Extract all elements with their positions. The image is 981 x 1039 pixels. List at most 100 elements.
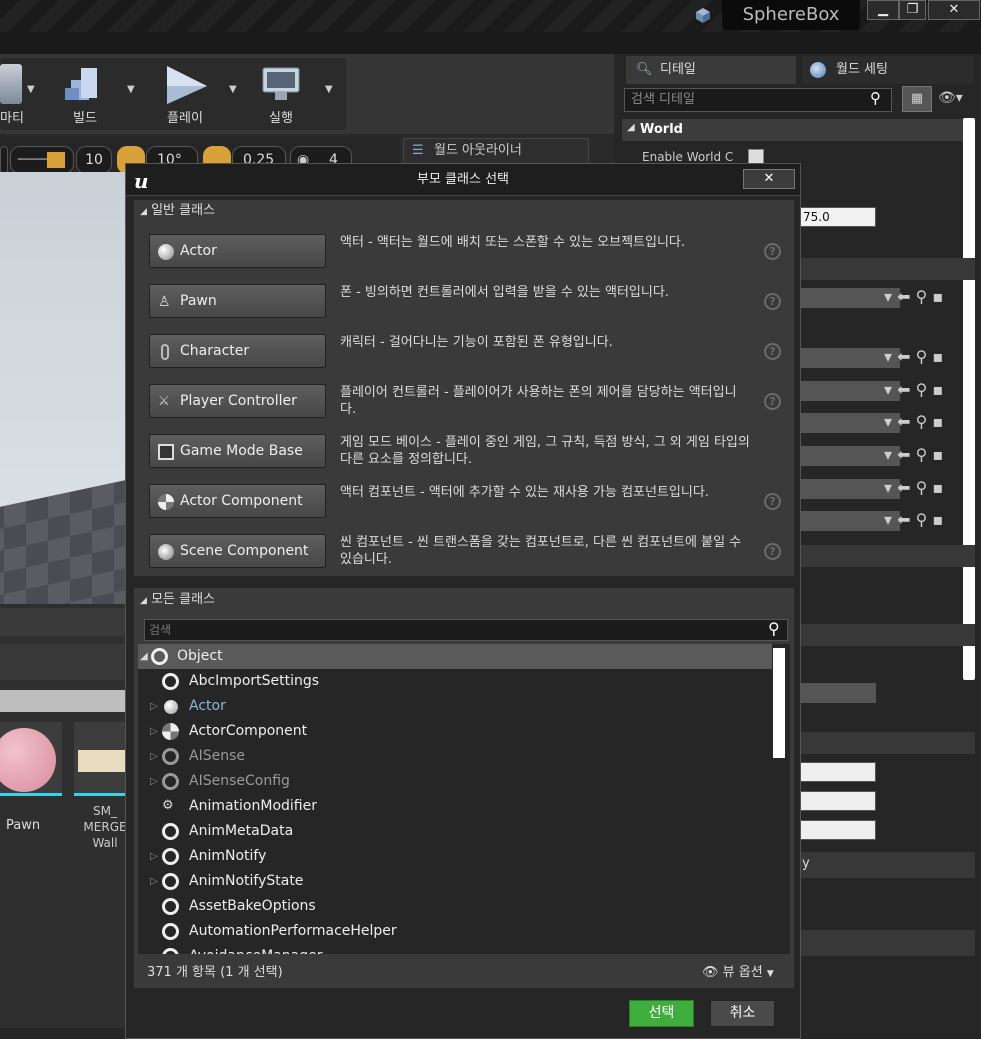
property-row-controls[interactable]: ▾ ⬅ ⚲ ▪ [884, 287, 943, 306]
tree-item-label: Actor [189, 698, 226, 714]
class-icon [162, 748, 179, 765]
tree-item-label: AnimationModifier [189, 798, 317, 814]
help-icon[interactable]: ? [764, 543, 781, 560]
help-icon[interactable]: ? [764, 493, 781, 510]
help-icon[interactable]: ? [764, 393, 781, 410]
tree-row[interactable]: ▷ AISenseConfig [138, 769, 772, 794]
tab-details[interactable]: 🔍︎ 디테일 [626, 56, 796, 84]
chevron-down-icon[interactable]: ▼ [325, 84, 333, 95]
minimize-button[interactable]: ▁ [867, 0, 899, 20]
expand-triangle-icon[interactable]: ▷ [150, 694, 158, 719]
property-row-controls[interactable]: ▾ ⬅ ⚲ ▪ [884, 347, 943, 366]
details-scrollbar[interactable] [963, 118, 975, 680]
asset-thumbnail-pawn[interactable] [0, 722, 62, 796]
property-row-controls[interactable]: ▾ ⬅ ⚲ ▪ [884, 445, 943, 464]
class-button-actor-component[interactable]: Actor Component [149, 484, 326, 518]
grid-snap-toggle[interactable]: ⸻ [10, 146, 74, 174]
view-options-button[interactable]: 👁︎ 뷰 옵션 ▼ [702, 961, 774, 980]
class-description: 게임 모드 베이스 - 플레이 중인 게임, 그 규칙, 득점 방식, 그 외 … [340, 435, 750, 467]
value-field[interactable] [800, 683, 876, 703]
class-button-label: Game Mode Base [180, 443, 303, 459]
level-viewport[interactable] [0, 172, 130, 604]
value-field[interactable] [800, 820, 876, 840]
expand-triangle-icon[interactable]: ▷ [150, 719, 158, 744]
close-window-button[interactable]: ✕ [928, 0, 980, 20]
class-button-actor[interactable]: Actor [149, 234, 326, 268]
all-classes-header[interactable]: ◢ 모든 클래스 [140, 589, 440, 611]
tree-row[interactable]: AutomationPerformaceHelper [138, 919, 772, 944]
marketplace-icon [0, 64, 22, 104]
chevron-down-icon[interactable]: ▼ [229, 84, 237, 95]
tree-row[interactable]: ▷ AISense [138, 744, 772, 769]
pink-sphere-icon [0, 728, 56, 792]
section-world-header[interactable]: World [622, 119, 967, 141]
class-icon [162, 673, 179, 690]
collapse-triangle-icon: ◢ [627, 122, 635, 133]
details-search-input[interactable]: 검색 디테일 [624, 88, 892, 112]
value-field[interactable]: 75.0 [800, 207, 876, 227]
class-button-player-controller[interactable]: ⚔ Player Controller [149, 384, 326, 418]
property-row-controls[interactable]: ▾ ⬅ ⚲ ▪ [884, 510, 943, 529]
search-icon[interactable]: ⚲ [768, 619, 780, 638]
grid-size-dropdown[interactable]: 10 [76, 146, 112, 174]
tree-row-object[interactable]: ◢ Object [138, 644, 772, 669]
class-button-label: Actor [180, 243, 217, 259]
class-tree-scrollbar[interactable] [773, 648, 785, 758]
search-icon[interactable]: ⚲ [870, 89, 881, 107]
tree-row[interactable]: ▷ AnimNotify [138, 844, 772, 869]
class-icon [162, 948, 179, 954]
property-matrix-button[interactable]: ▦ [902, 86, 932, 112]
tree-item-label: AvoidanceManager [189, 944, 323, 954]
grid-icon [47, 152, 65, 168]
tree-row[interactable]: AssetBakeOptions [138, 894, 772, 919]
expand-triangle-icon[interactable]: ▷ [150, 744, 158, 769]
expand-triangle-icon[interactable]: ▷ [150, 844, 158, 869]
common-classes-header[interactable]: ◢ 일반 클래스 [140, 200, 440, 222]
value-field[interactable] [800, 762, 876, 782]
help-icon[interactable]: ? [764, 293, 781, 310]
tree-row[interactable]: AnimMetaData [138, 819, 772, 844]
tree-row[interactable]: ▷ AnimNotifyState [138, 869, 772, 894]
toolbar-play-button[interactable]: 플레이 [150, 58, 220, 130]
eye-icon[interactable]: 👁︎▾ [938, 90, 963, 106]
help-icon[interactable]: ? [764, 343, 781, 360]
section-header-bar [800, 258, 975, 280]
tree-row[interactable]: ▷ Actor [138, 694, 772, 719]
animation-modifier-icon: ⚙ [162, 798, 174, 813]
chevron-down-icon[interactable]: ▼ [27, 84, 35, 95]
expand-triangle-icon[interactable]: ▷ [150, 869, 158, 894]
property-row-controls[interactable]: ▾ ⬅ ⚲ ▪ [884, 412, 943, 431]
chevron-down-icon[interactable]: ▼ [127, 84, 135, 95]
toolbar-marketplace-button[interactable]: 마티 [0, 58, 44, 130]
toolbar-build-button[interactable]: 빌드 [50, 58, 120, 130]
class-button-game-mode-base[interactable]: Game Mode Base [149, 434, 326, 468]
property-row-controls[interactable]: ▾ ⬅ ⚲ ▪ [884, 380, 943, 399]
maximize-button[interactable]: ❐ [899, 0, 926, 20]
partial-letter: y [802, 856, 810, 871]
content-browser-search[interactable] [0, 690, 130, 712]
tab-world-settings[interactable]: 월드 세팅 [802, 56, 974, 84]
tab-world-outliner[interactable]: ☰ 월드 아웃라이너 [403, 138, 589, 164]
class-button-character[interactable]: Character [149, 334, 326, 368]
player-controller-icon: ⚔ [158, 394, 170, 409]
tree-row[interactable]: ▷ ActorComponent [138, 719, 772, 744]
dialog-close-button[interactable]: ✕ [743, 169, 795, 189]
class-button-scene-component[interactable]: Scene Component [149, 534, 326, 568]
tree-row[interactable]: ⚙ AnimationModifier [138, 794, 772, 819]
help-icon[interactable]: ? [764, 243, 781, 260]
tree-row[interactable]: AvoidanceManager [138, 944, 772, 954]
value-field[interactable] [800, 791, 876, 811]
cancel-button[interactable]: 취소 [710, 1000, 775, 1027]
globe-icon [810, 62, 826, 78]
class-icon [162, 773, 179, 790]
property-row-controls[interactable]: ▾ ⬅ ⚲ ▪ [884, 478, 943, 497]
content-browser-filter [0, 644, 130, 680]
class-button-pawn[interactable]: ♙ Pawn [149, 284, 326, 318]
editor-menu-strip [0, 32, 981, 54]
surface-snap-button[interactable] [0, 146, 8, 174]
expand-triangle-icon[interactable]: ▷ [150, 769, 158, 794]
toolbar-launch-button[interactable]: 실행 [246, 58, 316, 130]
select-button[interactable]: 선택 [629, 1000, 694, 1027]
tree-row[interactable]: AbcImportSettings [138, 669, 772, 694]
class-search-input[interactable]: 검색 [144, 619, 788, 641]
